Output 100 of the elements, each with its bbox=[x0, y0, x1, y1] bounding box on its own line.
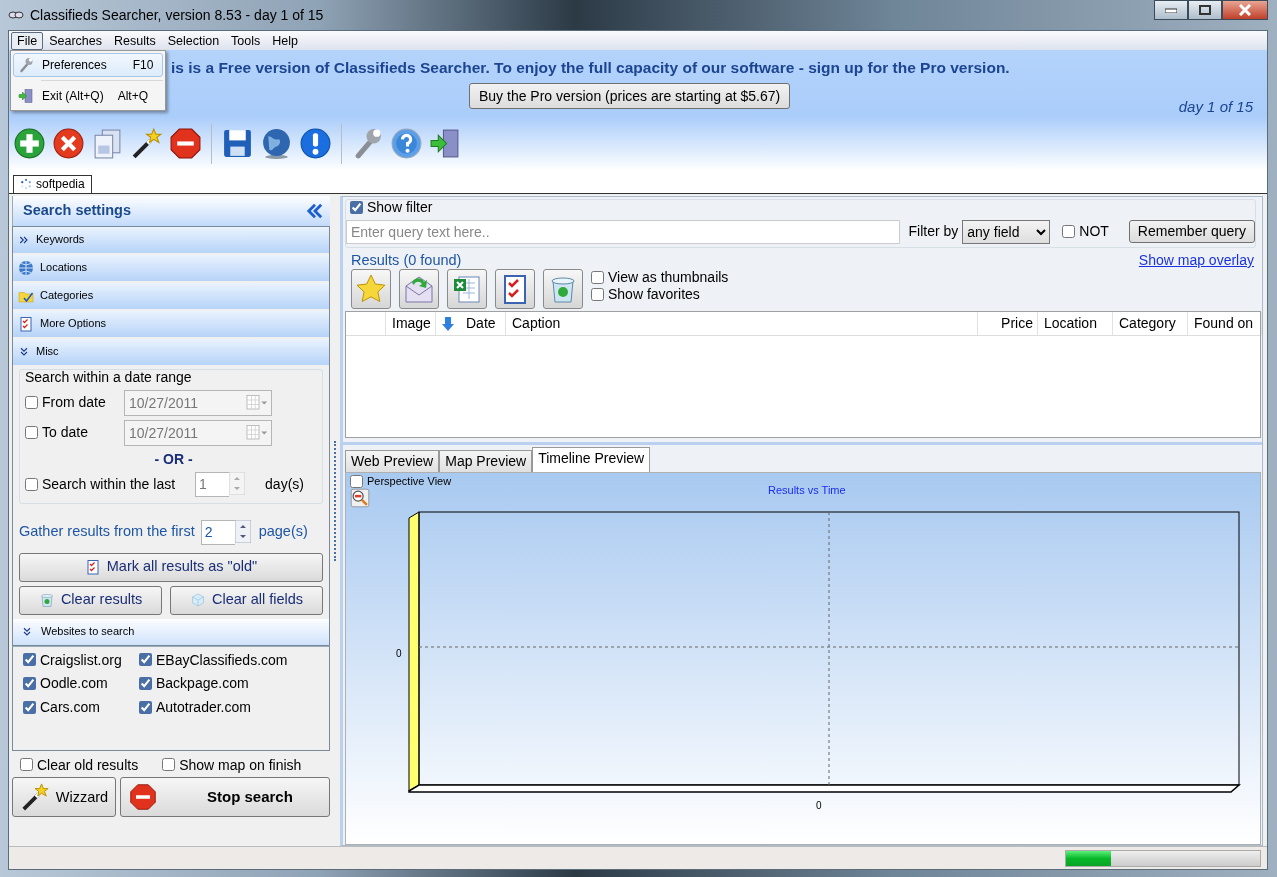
bin-button[interactable] bbox=[543, 269, 583, 310]
maximize-button[interactable] bbox=[1188, 0, 1222, 20]
checkbox-label: Show favorites bbox=[608, 286, 700, 303]
spreadsheet-button[interactable] bbox=[447, 269, 487, 310]
panel-title: Search settings bbox=[23, 202, 131, 220]
close-icon bbox=[1239, 4, 1251, 16]
remember-query-button[interactable]: Remember query bbox=[1128, 220, 1255, 244]
spreadsheet-icon bbox=[451, 273, 483, 306]
stop-search-button[interactable]: Stop search bbox=[120, 777, 330, 818]
delete-icon[interactable] bbox=[52, 127, 85, 161]
menu-entry[interactable]: Exit (Alt+Q) Alt+Q bbox=[13, 84, 163, 108]
column-header[interactable]: Category bbox=[1113, 312, 1188, 336]
checkbox[interactable] bbox=[350, 475, 363, 489]
collapse-icon[interactable] bbox=[306, 202, 324, 220]
menu-item[interactable]: Help bbox=[266, 31, 304, 50]
number-field[interactable]: 2 bbox=[200, 519, 235, 545]
preview-tab[interactable]: Map Preview bbox=[439, 450, 533, 473]
envelope-button[interactable] bbox=[399, 269, 439, 310]
query-field[interactable]: Enter query text here.. bbox=[346, 219, 901, 244]
checkbox[interactable] bbox=[1062, 225, 1076, 239]
checkbox-label: Show map on finish bbox=[179, 756, 302, 774]
checkbox[interactable] bbox=[591, 287, 604, 301]
banner-message: is is a Free version of Classifieds Searcher. To enjoy the full capacity of our software - sign up for the Pro version. bbox=[171, 59, 1010, 78]
checkbox[interactable] bbox=[20, 758, 33, 772]
window-title: Classifieds Searcher, version 8.53 - day 1 of 15 bbox=[30, 6, 324, 24]
minimize-button[interactable] bbox=[1154, 0, 1188, 20]
info-icon[interactable] bbox=[299, 127, 332, 161]
magic-wand-icon[interactable] bbox=[130, 127, 163, 161]
checkbox[interactable] bbox=[23, 653, 36, 667]
checkbox[interactable] bbox=[350, 200, 363, 214]
stop-sign-icon[interactable] bbox=[169, 127, 202, 161]
mark-old-button[interactable]: Mark all results as "old" bbox=[19, 552, 323, 582]
checkbox[interactable] bbox=[23, 677, 36, 691]
section-header[interactable]: More Options bbox=[13, 311, 329, 339]
column-header[interactable]: Image bbox=[386, 312, 436, 336]
star-button[interactable] bbox=[351, 269, 391, 310]
x-tick-label: 0 bbox=[816, 800, 822, 813]
checkbox[interactable] bbox=[23, 701, 36, 715]
y-tick-label: 0 bbox=[396, 648, 402, 661]
section-header[interactable]: Locations bbox=[13, 255, 329, 283]
help-icon[interactable] bbox=[390, 127, 423, 161]
menu-item[interactable]: Results bbox=[107, 31, 162, 50]
checkbox-label: Perspective View bbox=[367, 475, 452, 489]
column-header[interactable]: Location bbox=[1038, 312, 1113, 336]
expanded-chevron-icon bbox=[21, 625, 33, 638]
checklist-icon bbox=[18, 316, 34, 332]
checkbox-label: To date bbox=[42, 424, 88, 442]
clear-results-button[interactable]: Clear results bbox=[19, 585, 163, 615]
preview-tab[interactable]: Timeline Preview bbox=[532, 447, 651, 473]
maximize-icon bbox=[1199, 5, 1211, 15]
chart-title: Results vs Time bbox=[768, 484, 846, 498]
checkbox-label: View as thumbnails bbox=[608, 269, 729, 286]
checkbox[interactable] bbox=[139, 653, 152, 667]
or-label: - OR - bbox=[153, 450, 194, 468]
loading-icon bbox=[20, 177, 32, 190]
menu-item[interactable]: Tools bbox=[225, 31, 267, 50]
section-header[interactable]: Keywords bbox=[13, 227, 329, 255]
wizard-button[interactable]: Wizzard bbox=[12, 777, 116, 818]
checklist-icon bbox=[84, 559, 101, 576]
section-header[interactable]: Categories bbox=[13, 283, 329, 311]
column-header[interactable]: Price bbox=[978, 312, 1038, 336]
minimize-icon bbox=[1165, 7, 1177, 13]
checkbox-label: Search within the last bbox=[42, 475, 176, 493]
map-overlay-link[interactable]: Show map overlay bbox=[1138, 251, 1254, 269]
preview-tab[interactable]: Web Preview bbox=[345, 450, 440, 473]
checklist-button[interactable] bbox=[495, 269, 535, 310]
menu-entry[interactable]: Preferences F10 bbox=[13, 53, 163, 77]
section-header[interactable]: Websites to search bbox=[13, 618, 329, 645]
checkbox[interactable] bbox=[162, 758, 176, 772]
column-header[interactable]: Found on bbox=[1188, 312, 1262, 336]
close-button[interactable] bbox=[1222, 0, 1268, 20]
globe-icon[interactable] bbox=[260, 127, 293, 161]
clear-fields-button[interactable]: Clear all fields bbox=[170, 585, 323, 615]
checkbox[interactable] bbox=[139, 677, 152, 691]
checkbox[interactable] bbox=[25, 426, 38, 440]
buy-pro-button[interactable]: Buy the Pro version (prices are starting at $5.67) bbox=[469, 82, 791, 110]
section-header[interactable]: Misc bbox=[13, 339, 329, 367]
menu-item[interactable]: Searches bbox=[43, 31, 108, 50]
copy-icon[interactable] bbox=[91, 127, 124, 161]
stop-sign-icon bbox=[129, 783, 157, 812]
checkbox-label: Craigslist.org bbox=[40, 651, 122, 669]
checkbox-label: Clear old results bbox=[37, 756, 139, 774]
checkbox[interactable] bbox=[25, 477, 38, 491]
exit-door-icon[interactable] bbox=[429, 127, 462, 161]
document-tab[interactable]: softpedia bbox=[13, 174, 92, 193]
cube-icon bbox=[190, 592, 207, 609]
column-header[interactable]: Caption bbox=[506, 312, 978, 336]
add-icon[interactable] bbox=[13, 127, 46, 161]
checkbox[interactable] bbox=[25, 396, 38, 410]
checkbox-label: Oodle.com bbox=[40, 675, 108, 693]
trial-days-label: day 1 of 15 bbox=[1178, 97, 1253, 116]
menu-item[interactable]: Selection bbox=[161, 31, 226, 50]
checkbox-label: NOT bbox=[1079, 223, 1109, 241]
zoom-out-icon[interactable] bbox=[350, 488, 370, 509]
checkbox[interactable] bbox=[591, 271, 604, 285]
menu-item[interactable]: File bbox=[11, 31, 44, 50]
gather-label: Gather results from the first bbox=[19, 523, 195, 541]
column-header[interactable]: Date bbox=[436, 312, 506, 336]
filter-by-dropdown[interactable]: any field bbox=[962, 219, 1051, 244]
checkbox[interactable] bbox=[139, 701, 152, 715]
